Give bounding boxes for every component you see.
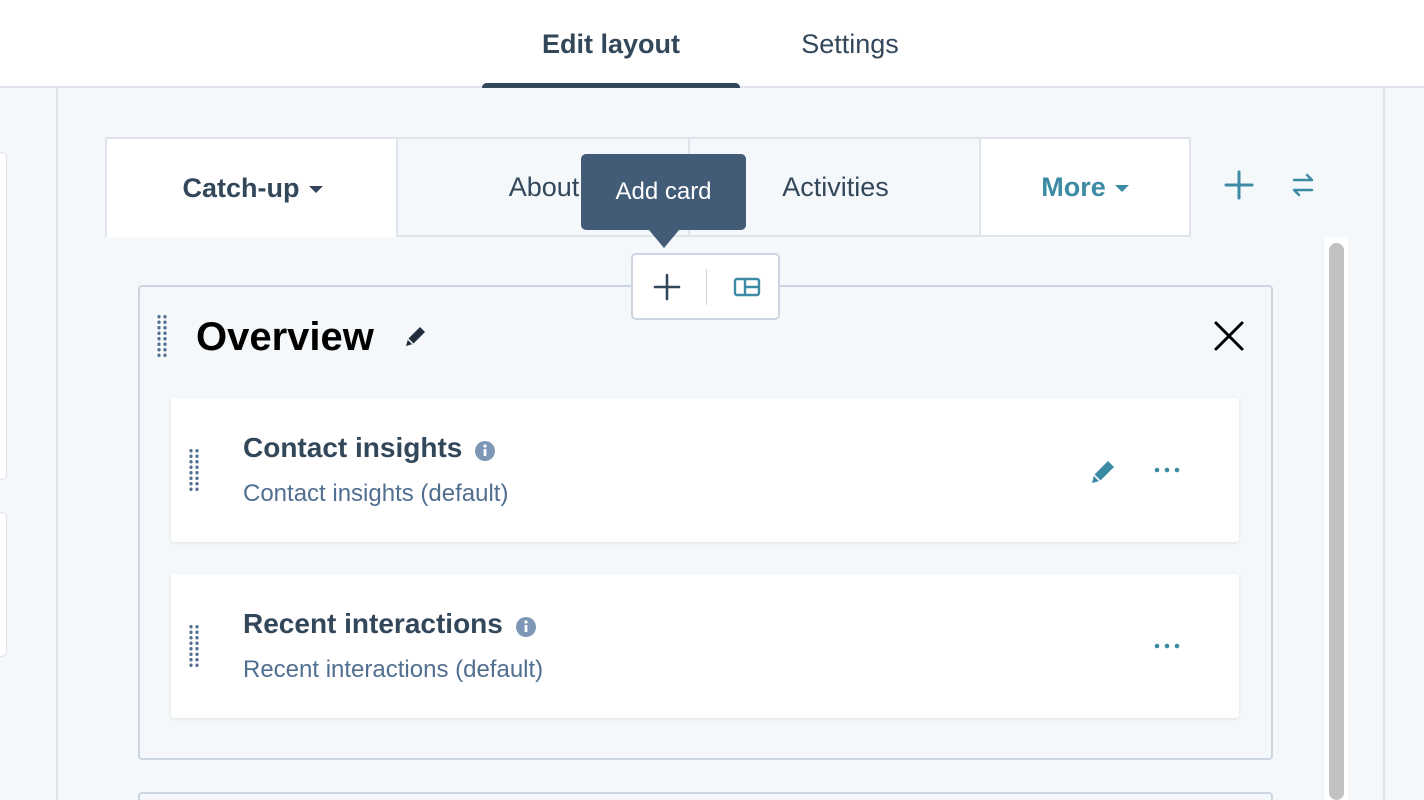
info-icon[interactable] <box>474 437 496 461</box>
record-tab-label: More <box>1041 171 1106 202</box>
close-icon[interactable] <box>1211 318 1247 354</box>
record-tab-more[interactable]: More <box>979 137 1191 237</box>
left-panel-card <box>0 512 7 657</box>
tab-edit-layout-label: Edit layout <box>541 28 680 59</box>
add-card-plus-icon[interactable] <box>651 271 683 303</box>
info-icon[interactable] <box>515 613 537 637</box>
record-tab-label: Catch-up <box>182 172 300 203</box>
caret-down-icon <box>1114 184 1129 192</box>
layout-icon[interactable] <box>733 275 761 299</box>
card-subtitle: Contact insights (default) <box>243 480 509 507</box>
tab-divider <box>398 235 1191 237</box>
more-options-icon[interactable] <box>1151 456 1183 484</box>
card-subtitle: Recent interactions (default) <box>243 656 544 683</box>
tab-settings[interactable]: Settings <box>760 0 940 88</box>
record-tab-label: About <box>508 171 580 202</box>
card-title-text: Contact insights <box>243 432 463 463</box>
card-title: Contact insights <box>243 432 496 464</box>
section-title: Overview <box>196 315 374 359</box>
toolbar-divider <box>706 269 707 305</box>
section-next <box>138 792 1273 800</box>
swap-arrows-icon[interactable] <box>1288 170 1318 200</box>
pencil-icon[interactable] <box>1087 456 1119 488</box>
record-tab-catch-up[interactable]: Catch-up <box>105 137 398 237</box>
caret-down-icon <box>308 185 323 193</box>
more-options-icon[interactable] <box>1151 632 1183 660</box>
tab-edit-layout[interactable]: Edit layout <box>482 0 740 92</box>
add-card-toolbar <box>631 253 780 320</box>
tab-settings-label: Settings <box>801 28 899 59</box>
card-drag-handle-icon[interactable] <box>188 448 200 492</box>
record-tab-label: Activities <box>782 171 889 202</box>
add-tab-plus-icon[interactable] <box>1222 168 1256 202</box>
section-drag-handle-icon[interactable] <box>156 314 168 358</box>
tooltip-text: Add card <box>615 178 712 205</box>
pencil-icon[interactable] <box>402 322 430 350</box>
card-recent-interactions: Recent interactions Recent interactions … <box>171 574 1239 718</box>
top-nav-bar: Edit layout Settings <box>0 0 1424 92</box>
card-drag-handle-icon[interactable] <box>188 624 200 668</box>
scrollbar-thumb[interactable] <box>1329 243 1344 800</box>
card-title: Recent interactions <box>243 608 537 640</box>
left-panel-card <box>0 152 7 480</box>
add-card-tooltip: Add card <box>581 154 746 248</box>
card-contact-insights: Contact insights Contact insights (defau… <box>171 398 1239 542</box>
card-title-text: Recent interactions <box>243 608 503 639</box>
